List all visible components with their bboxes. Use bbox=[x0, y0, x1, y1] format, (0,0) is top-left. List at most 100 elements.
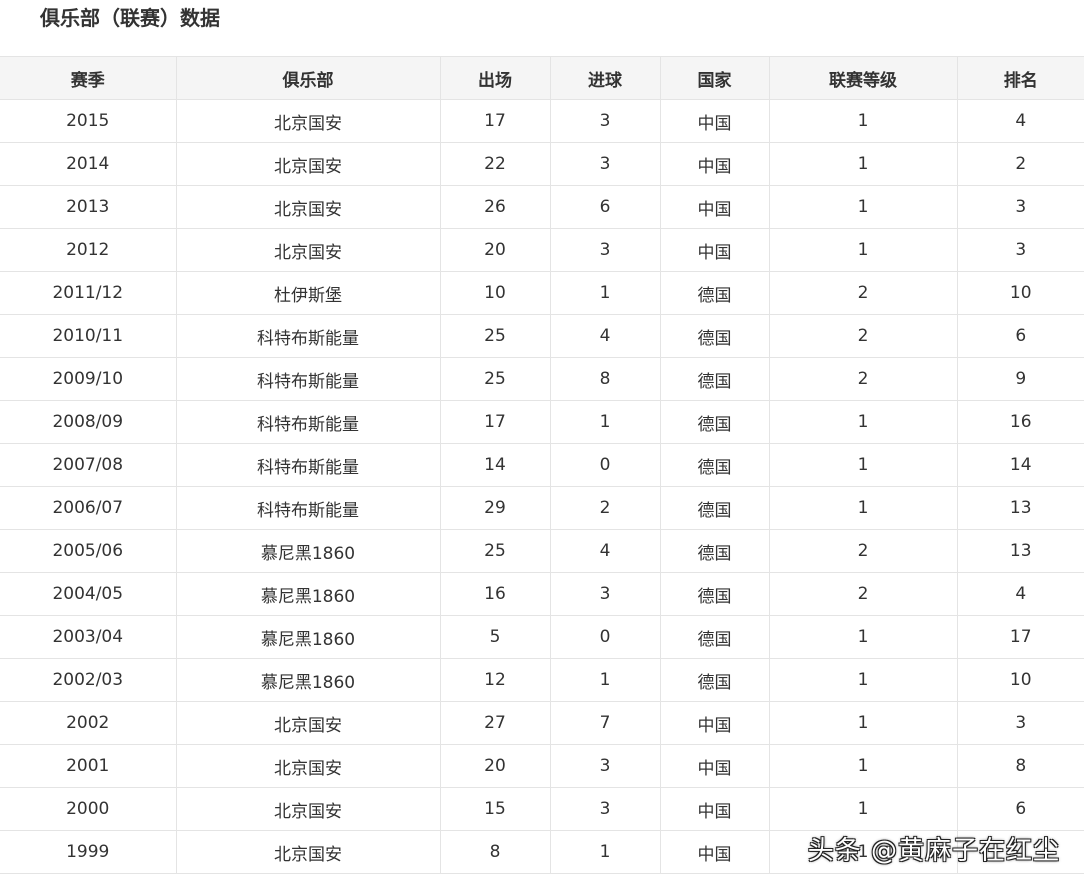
cell-club: 北京国安 bbox=[176, 142, 441, 186]
cell-rank: 10 bbox=[957, 271, 1084, 315]
cell-season: 2009/10 bbox=[0, 357, 177, 401]
cell-league-tier: 1 bbox=[769, 185, 958, 229]
cell-league-tier: 1 bbox=[769, 228, 958, 272]
cell-club: 科特布斯能量 bbox=[176, 443, 441, 487]
cell-goals: 4 bbox=[550, 529, 661, 573]
cell-goals: 3 bbox=[550, 787, 661, 831]
cell-country: 中国 bbox=[660, 142, 770, 186]
cell-league-tier: 1 bbox=[769, 99, 958, 143]
cell-season: 2005/06 bbox=[0, 529, 177, 573]
cell-goals: 1 bbox=[550, 400, 661, 444]
table-row: 2002 北京国安 27 7 中国 1 3 bbox=[0, 701, 1084, 745]
cell-season: 2006/07 bbox=[0, 486, 177, 530]
cell-rank: 13 bbox=[957, 529, 1084, 573]
cell-goals: 2 bbox=[550, 486, 661, 530]
cell-country: 德国 bbox=[660, 615, 770, 659]
cell-club: 北京国安 bbox=[176, 228, 441, 272]
cell-goals: 1 bbox=[550, 658, 661, 702]
cell-league-tier: 1 bbox=[769, 443, 958, 487]
column-header-country: 国家 bbox=[660, 56, 770, 100]
table-row: 2004/05 慕尼黑1860 16 3 德国 2 4 bbox=[0, 572, 1084, 616]
table-row: 2006/07 科特布斯能量 29 2 德国 1 13 bbox=[0, 486, 1084, 530]
cell-league-tier: 1 bbox=[769, 701, 958, 745]
cell-rank: 4 bbox=[957, 99, 1084, 143]
table-row: 2009/10 科特布斯能量 25 8 德国 2 9 bbox=[0, 357, 1084, 401]
cell-country: 中国 bbox=[660, 830, 770, 874]
cell-league-tier: 2 bbox=[769, 572, 958, 616]
cell-season: 2002/03 bbox=[0, 658, 177, 702]
cell-season: 1999 bbox=[0, 830, 177, 874]
cell-country: 中国 bbox=[660, 185, 770, 229]
cell-club: 杜伊斯堡 bbox=[176, 271, 441, 315]
cell-appearances: 16 bbox=[440, 572, 551, 616]
watermark: 头条 @黄麻子在红尘 bbox=[807, 836, 1060, 866]
column-header-league-tier: 联赛等级 bbox=[769, 56, 958, 100]
cell-country: 德国 bbox=[660, 486, 770, 530]
cell-appearances: 17 bbox=[440, 99, 551, 143]
cell-country: 德国 bbox=[660, 357, 770, 401]
cell-goals: 6 bbox=[550, 185, 661, 229]
cell-rank: 8 bbox=[957, 744, 1084, 788]
cell-rank: 14 bbox=[957, 443, 1084, 487]
club-league-stats-table: 赛季 俱乐部 出场 进球 国家 联赛等级 排名 2015 北京国安 17 3 中国 1 4 2014 北京国… bbox=[0, 56, 1084, 874]
cell-rank: 6 bbox=[957, 787, 1084, 831]
table-row: 2005/06 慕尼黑1860 25 4 德国 2 13 bbox=[0, 529, 1084, 573]
cell-season: 2007/08 bbox=[0, 443, 177, 487]
cell-country: 德国 bbox=[660, 443, 770, 487]
cell-club: 北京国安 bbox=[176, 787, 441, 831]
cell-season: 2004/05 bbox=[0, 572, 177, 616]
cell-club: 慕尼黑1860 bbox=[176, 615, 441, 659]
cell-league-tier: 1 bbox=[769, 486, 958, 530]
cell-club: 北京国安 bbox=[176, 744, 441, 788]
table-row: 2013 北京国安 26 6 中国 1 3 bbox=[0, 185, 1084, 229]
cell-season: 2008/09 bbox=[0, 400, 177, 444]
cell-goals: 4 bbox=[550, 314, 661, 358]
cell-season: 2012 bbox=[0, 228, 177, 272]
cell-appearances: 29 bbox=[440, 486, 551, 530]
cell-goals: 1 bbox=[550, 830, 661, 874]
cell-season: 2002 bbox=[0, 701, 177, 745]
cell-appearances: 26 bbox=[440, 185, 551, 229]
cell-appearances: 10 bbox=[440, 271, 551, 315]
cell-country: 德国 bbox=[660, 314, 770, 358]
cell-league-tier: 1 bbox=[769, 744, 958, 788]
cell-league-tier: 2 bbox=[769, 357, 958, 401]
cell-rank: 3 bbox=[957, 185, 1084, 229]
column-header-season: 赛季 bbox=[0, 56, 177, 100]
column-header-club: 俱乐部 bbox=[176, 56, 441, 100]
cell-club: 慕尼黑1860 bbox=[176, 572, 441, 616]
table-row: 2012 北京国安 20 3 中国 1 3 bbox=[0, 228, 1084, 272]
cell-country: 中国 bbox=[660, 744, 770, 788]
cell-club: 科特布斯能量 bbox=[176, 486, 441, 530]
table-header-row: 赛季 俱乐部 出场 进球 国家 联赛等级 排名 bbox=[0, 56, 1084, 100]
cell-appearances: 25 bbox=[440, 357, 551, 401]
cell-goals: 3 bbox=[550, 572, 661, 616]
cell-club: 科特布斯能量 bbox=[176, 400, 441, 444]
cell-league-tier: 1 bbox=[769, 658, 958, 702]
table-row: 2010/11 科特布斯能量 25 4 德国 2 6 bbox=[0, 314, 1084, 358]
cell-country: 德国 bbox=[660, 572, 770, 616]
table-row: 2007/08 科特布斯能量 14 0 德国 1 14 bbox=[0, 443, 1084, 487]
cell-appearances: 5 bbox=[440, 615, 551, 659]
column-header-goals: 进球 bbox=[550, 56, 661, 100]
cell-season: 2001 bbox=[0, 744, 177, 788]
cell-country: 中国 bbox=[660, 787, 770, 831]
cell-club: 科特布斯能量 bbox=[176, 357, 441, 401]
column-header-rank: 排名 bbox=[957, 56, 1084, 100]
table-row: 2014 北京国安 22 3 中国 1 2 bbox=[0, 142, 1084, 186]
cell-season: 2000 bbox=[0, 787, 177, 831]
cell-season: 2015 bbox=[0, 99, 177, 143]
cell-season: 2011/12 bbox=[0, 271, 177, 315]
cell-season: 2003/04 bbox=[0, 615, 177, 659]
cell-league-tier: 1 bbox=[769, 400, 958, 444]
cell-rank: 10 bbox=[957, 658, 1084, 702]
cell-rank: 6 bbox=[957, 314, 1084, 358]
page-title: 俱乐部（联赛）数据 bbox=[40, 6, 220, 30]
cell-rank: 2 bbox=[957, 142, 1084, 186]
cell-season: 2010/11 bbox=[0, 314, 177, 358]
cell-goals: 3 bbox=[550, 744, 661, 788]
cell-country: 中国 bbox=[660, 701, 770, 745]
cell-club: 慕尼黑1860 bbox=[176, 658, 441, 702]
cell-league-tier: 1 bbox=[769, 142, 958, 186]
cell-goals: 3 bbox=[550, 142, 661, 186]
